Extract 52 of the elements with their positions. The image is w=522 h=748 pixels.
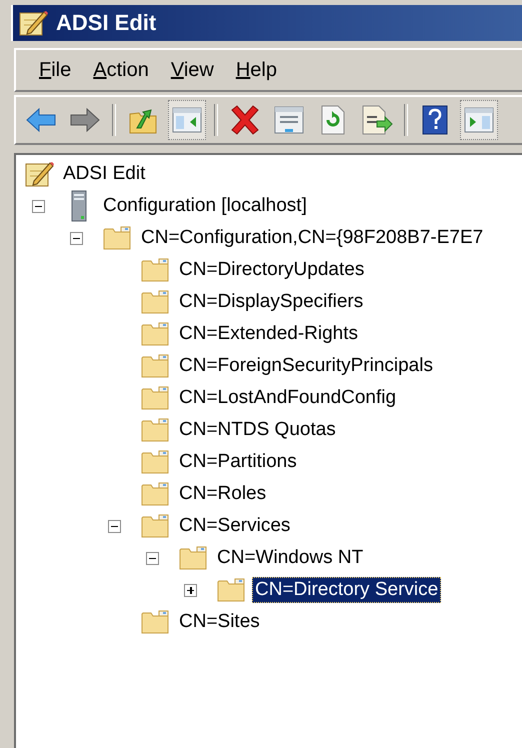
tree-item[interactable]: CN=Windows NT — [214, 545, 366, 571]
delete-icon — [229, 105, 261, 135]
menu-item[interactable]: File — [30, 56, 80, 84]
app-icon — [18, 8, 48, 38]
tree-item[interactable]: CN=ForeignSecurityPrincipals — [176, 353, 436, 379]
collapse-button[interactable] — [32, 200, 45, 212]
folder-icon — [141, 322, 169, 346]
folder-icon — [141, 386, 169, 410]
export-list-icon — [361, 105, 393, 135]
folder-icon — [141, 514, 169, 538]
action-pane-button[interactable] — [460, 100, 498, 140]
tree-item[interactable]: CN=Services — [176, 513, 294, 539]
collapse-button[interactable] — [70, 232, 83, 244]
forward-arrow-icon — [69, 107, 101, 133]
tree-item[interactable]: CN=DirectoryUpdates — [176, 257, 368, 283]
menu-item[interactable]: Action — [84, 56, 158, 84]
folder-icon — [141, 290, 169, 314]
tree-item[interactable]: CN=LostAndFoundConfig — [176, 385, 400, 411]
help-icon — [422, 105, 448, 135]
tree-item[interactable]: CN=Sites — [176, 609, 263, 635]
collapse-button[interactable] — [146, 552, 159, 564]
tree-item[interactable]: Configuration [localhost] — [100, 193, 310, 219]
tree-item[interactable]: CN=Partitions — [176, 449, 300, 475]
tree-item[interactable]: CN=Directory Service — [252, 577, 442, 603]
tree-item[interactable]: CN=Roles — [176, 481, 270, 507]
notepad-pencil-icon — [24, 159, 54, 189]
folder-icon — [179, 546, 207, 570]
collapse-button[interactable] — [108, 520, 121, 532]
folder-icon — [141, 450, 169, 474]
pane-left-icon — [172, 107, 202, 133]
folder-icon — [141, 610, 169, 634]
menu-item[interactable]: Help — [226, 56, 286, 84]
console-tree-button[interactable] — [168, 100, 206, 140]
folder-icon — [141, 258, 169, 282]
refresh-icon — [320, 105, 346, 135]
properties-icon — [274, 106, 304, 134]
menu-item[interactable]: View — [162, 56, 223, 84]
expand-button[interactable] — [184, 584, 197, 596]
folder-icon — [141, 354, 169, 378]
tree-item[interactable]: CN=NTDS Quotas — [176, 417, 339, 443]
server-icon — [70, 190, 88, 222]
tree-item[interactable]: CN=Extended-Rights — [176, 321, 362, 347]
folder-icon — [141, 418, 169, 442]
tree-item[interactable]: ADSI Edit — [60, 161, 148, 187]
folder-icon — [103, 226, 131, 250]
folder-icon — [217, 578, 245, 602]
tree-item[interactable]: CN=DisplaySpecifiers — [176, 289, 366, 315]
back-arrow-icon — [25, 107, 57, 133]
folder-icon — [141, 482, 169, 506]
window-title: ADSI Edit — [56, 10, 156, 36]
tree-item[interactable]: CN=Configuration,CN={98F208B7-E7E7 — [138, 225, 486, 251]
pane-right-icon — [464, 107, 494, 133]
